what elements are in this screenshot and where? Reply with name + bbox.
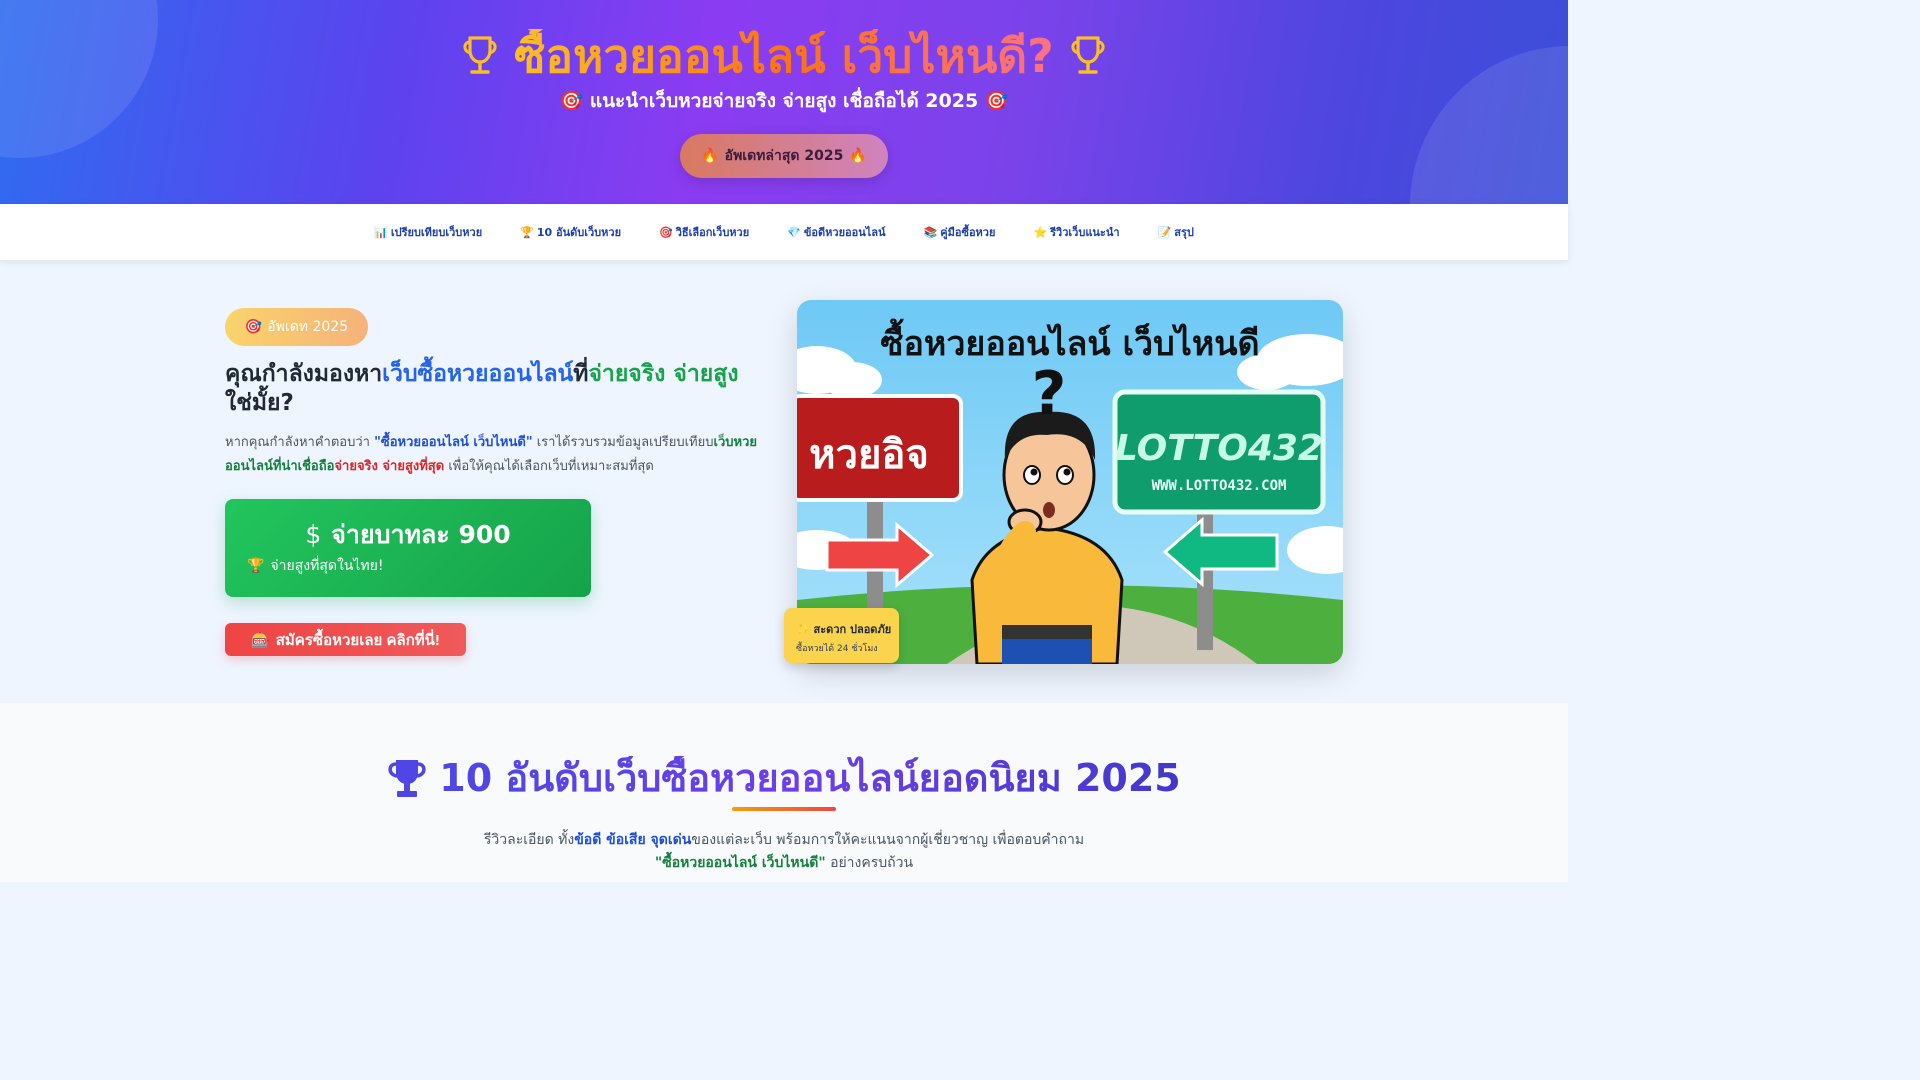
payout-label: จ่ายบาทละ 900	[331, 520, 511, 549]
left-sign-text: หวยอิจ	[809, 432, 929, 478]
gem-icon: 💎	[787, 225, 801, 239]
section-description: รีวิวละเอียด ทั้งข้อดี ข้อเสีย จุดเด่นขอ…	[470, 829, 1098, 875]
desc-text: รีวิวละเอียด ทั้ง	[483, 832, 575, 848]
payout-note: 🏆 จ่ายสูงที่สุดในไทย!	[247, 555, 383, 577]
para-highlight: "ซื้อหวยออนไลน์ เว็บไหนดี"	[374, 435, 533, 450]
safety-badge-title-text: สะดวก ปลอดภัย	[813, 623, 892, 636]
intro-paragraph: หากคุณกำลังหาคำตอบว่า "ซื้อหวยออนไลน์ เว…	[225, 431, 765, 479]
slot-machine-icon: 🎰	[251, 631, 270, 649]
sparkle-icon: ✨	[796, 623, 810, 636]
intro-headline: คุณกำลังมองหาเว็บซื้อหวยออนไลน์ที่จ่ายจร…	[225, 360, 765, 418]
nav-item-label: 10 อันดับเว็บหวย	[536, 226, 622, 239]
nav-item-label: คู่มือซื้อหวย	[940, 226, 996, 239]
fire-icon: 🔥	[701, 148, 719, 164]
trophy-icon: 🏆	[247, 558, 265, 574]
desc-text: ของแต่ละเว็บ พร้อมการให้คะแนนจากผู้เชี่ย…	[691, 832, 1085, 848]
chart-icon: 📊	[374, 225, 388, 239]
para-text: เราได้รวบรวมข้อมูลเปรียบเทียบ	[532, 435, 714, 450]
nav-item-reviews[interactable]: ⭐ รีวิวเว็บแนะนำ	[1033, 223, 1119, 241]
top10-section: 10 อันดับเว็บซื้อหวยออนไลน์ยอดนิยม 2025 …	[0, 703, 1568, 882]
trophy-icon	[463, 35, 497, 74]
nav-item-label: สรุป	[1174, 226, 1194, 239]
nav-item-guide[interactable]: 📚 คู่มือซื้อหวย	[924, 223, 996, 241]
target-icon: 🎯	[659, 225, 673, 239]
section-nav: 📊 เปรียบเทียบเว็บหวย 🏆 10 อันดับเว็บหวย 🎯 ว…	[0, 204, 1568, 260]
books-icon: 📚	[923, 225, 938, 239]
safety-badge: ✨ สะดวก ปลอดภัย ซื้อหวยได้ 24 ชั่วโมง	[784, 608, 899, 663]
update-badge-label: อัพเดทล่าสุด 2025	[724, 148, 844, 164]
safety-badge-subtitle: ซื้อหวยได้ 24 ชั่วโมง	[796, 644, 878, 654]
dollar-icon: $	[305, 520, 322, 549]
section-divider	[732, 807, 836, 811]
desc-text: อย่างครบถ้วน	[825, 855, 914, 871]
payout-amount: $ จ่ายบาทละ 900	[225, 515, 591, 555]
para-text: เพื่อให้คุณได้เลือกเว็บที่เหมาะสมที่สุด	[444, 459, 654, 474]
memo-icon: 📝	[1157, 225, 1172, 239]
nav-item-advantages[interactable]: 💎 ข้อดีหวยออนไลน์	[787, 223, 885, 241]
safety-badge-title: ✨ สะดวก ปลอดภัย	[796, 620, 899, 638]
nav-item-label: รีวิวเว็บแนะนำ	[1050, 226, 1120, 239]
headline-highlight: เว็บซื้อหวยออนไลน์	[382, 361, 574, 387]
nav-item-compare[interactable]: 📊 เปรียบเทียบเว็บหวย	[374, 223, 482, 241]
target-icon: 🎯	[244, 319, 263, 335]
desc-highlight: "ซื้อหวยออนไลน์ เว็บไหนดี"	[654, 855, 826, 871]
headline-highlight: จ่ายจริง จ่ายสูง	[588, 361, 739, 387]
headline-text: ใช่มั้ย?	[225, 390, 294, 416]
trophy-icon: 🏆	[520, 225, 534, 239]
page-title: ซื้อหวยออนไลน์ เว็บไหนดี?	[0, 22, 1568, 86]
illustration-title: ซื้อหวยออนไลน์ เว็บไหนดี	[880, 324, 1260, 364]
hero-banner: ซื้อหวยออนไลน์ เว็บไหนดี? 🎯 แนะนำเว็บหวย…	[0, 0, 1568, 204]
nav-item-how-to-choose[interactable]: 🎯 วิธีเลือกเว็บหวย	[659, 223, 749, 241]
payout-card: $ จ่ายบาทละ 900 🏆 จ่ายสูงที่สุดในไทย!	[225, 499, 591, 597]
right-sign-text: LOTTO432	[1115, 428, 1323, 469]
page-title-text: ซื้อหวยออนไลน์ เว็บไหนดี?	[514, 28, 1054, 83]
trophy-icon	[388, 759, 426, 797]
hero-subtitle: 🎯 แนะนำเว็บหวยจ่ายจริง จ่ายสูง เชื่อถือไ…	[559, 90, 1009, 112]
nav-item-summary[interactable]: 📝 สรุป	[1158, 223, 1194, 241]
nav-item-label: ข้อดีหวยออนไลน์	[803, 226, 886, 239]
fire-icon: 🔥	[849, 148, 867, 164]
update-pill: 🎯 อัพเดท 2025	[225, 308, 368, 346]
nav-item-top10[interactable]: 🏆 10 อันดับเว็บหวย	[520, 223, 621, 241]
section-title-text: 10 อันดับเว็บซื้อหวยออนไลน์ยอดนิยม 2025	[439, 755, 1181, 800]
right-sign-url: WWW.LOTTO432.COM	[1152, 478, 1287, 494]
nav-item-label: เปรียบเทียบเว็บหวย	[390, 226, 483, 239]
desc-highlight: ข้อดี ข้อเสีย จุดเด่น	[574, 832, 692, 848]
signup-cta-label: สมัครซื้อหวยเลย คลิกที่นี่!	[275, 631, 440, 649]
star-icon: ⭐	[1033, 225, 1048, 239]
payout-note-text: จ่ายสูงที่สุดในไทย!	[270, 558, 384, 574]
update-pill-label: อัพเดท 2025	[267, 319, 349, 335]
section-title: 10 อันดับเว็บซื้อหวยออนไลน์ยอดนิยม 2025	[0, 751, 1568, 802]
update-badge: 🔥 อัพเดทล่าสุด 2025 🔥	[680, 134, 888, 178]
trophy-icon	[1071, 35, 1105, 74]
headline-text: ที่	[573, 361, 589, 387]
headline-text: คุณกำลังมองหา	[225, 361, 383, 387]
signup-cta-button[interactable]: 🎰 สมัครซื้อหวยเลย คลิกที่นี่!	[225, 623, 466, 656]
nav-item-label: วิธีเลือกเว็บหวย	[675, 226, 750, 239]
para-text: หากคุณกำลังหาคำตอบว่า	[225, 435, 375, 450]
para-highlight: จ่ายจริง จ่ายสูงที่สุด	[334, 459, 445, 474]
